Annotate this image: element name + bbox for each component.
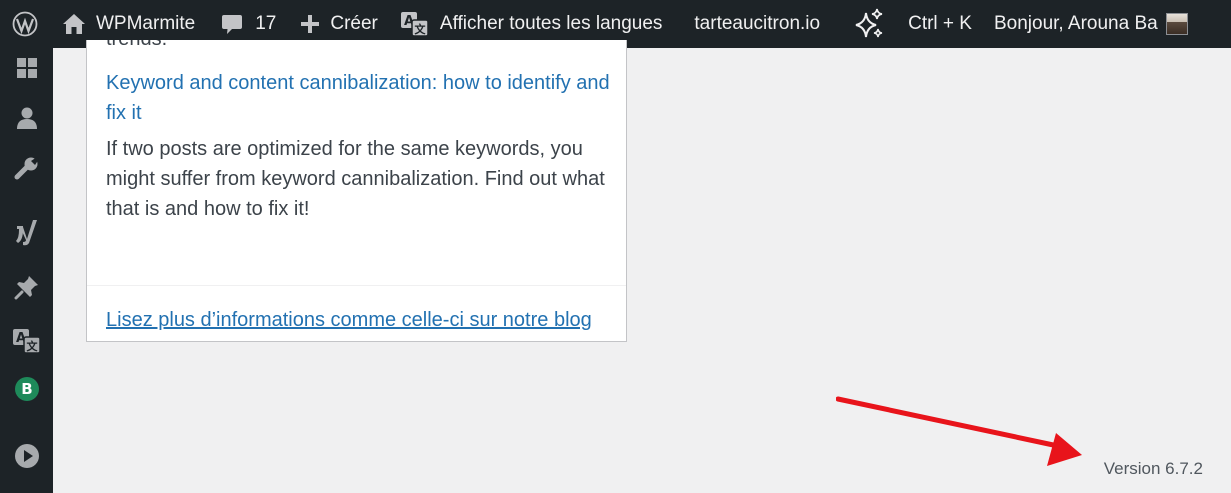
new-content-label: Créer <box>330 13 378 34</box>
post-excerpt: If two posts are optimized for the same … <box>106 138 605 220</box>
dashboard-icon <box>16 58 37 78</box>
tarteaucitron-label: tarteaucitron.io <box>694 13 821 34</box>
user-greeting: Bonjour, Arouna Ba <box>993 13 1158 34</box>
tools-icon <box>14 157 39 180</box>
sidebar-item-tools[interactable] <box>0 152 53 186</box>
red-arrow-annotation <box>836 396 1082 466</box>
sidebar-item-b-plugin[interactable]: B <box>0 372 53 406</box>
sidebar-item-dashboard[interactable] <box>0 51 53 85</box>
sparkle-icon <box>855 8 883 38</box>
translate-icon: A 文 <box>12 329 41 354</box>
home-icon <box>63 14 85 34</box>
sidebar-item-languages[interactable]: A 文 <box>0 324 53 358</box>
sidebar-item-posts[interactable] <box>0 270 53 304</box>
translate-icon: A 文 <box>400 12 429 37</box>
seo-news-widget: trends. Keyword and content cannibalizat… <box>86 40 627 342</box>
svg-text:文: 文 <box>414 22 426 36</box>
divider <box>87 285 626 286</box>
yoast-icon <box>15 220 37 246</box>
avatar <box>1165 13 1188 35</box>
command-palette-shortcut[interactable]: Ctrl + K <box>904 0 982 48</box>
comments-count: 17 <box>255 13 277 34</box>
tarteaucitron-menu[interactable]: tarteaucitron.io <box>674 0 832 48</box>
sidebar-item-users[interactable] <box>0 101 53 135</box>
svg-text:B: B <box>21 380 32 398</box>
languages-label: Afficher toutes les langues <box>439 13 663 34</box>
shortcut-label: Ctrl + K <box>908 13 972 34</box>
sidebar-item-seo[interactable] <box>0 215 53 249</box>
pin-icon <box>14 276 38 300</box>
wordpress-version: Version 6.7.2 <box>1103 459 1203 478</box>
comment-icon <box>222 15 243 34</box>
read-more-blog-link[interactable]: Lisez plus d’informations comme celle-ci… <box>106 305 596 341</box>
play-icon <box>14 444 39 468</box>
user-account-menu[interactable]: Bonjour, Arouna Ba <box>982 0 1200 48</box>
b-plugin-icon: B <box>14 377 39 401</box>
users-icon <box>16 107 37 129</box>
ai-assistant-button[interactable] <box>832 0 904 48</box>
post-title-link[interactable]: Keyword and content cannibalization: how… <box>106 68 611 128</box>
wordpress-logo-icon[interactable] <box>0 0 50 48</box>
sidebar-item-media-player[interactable] <box>0 439 53 473</box>
site-name: WPMarmite <box>96 13 196 34</box>
plus-icon <box>301 15 320 33</box>
svg-text:文: 文 <box>26 339 38 353</box>
admin-sidebar: A 文 B <box>0 48 53 493</box>
previous-excerpt-end: trends. <box>106 40 167 51</box>
